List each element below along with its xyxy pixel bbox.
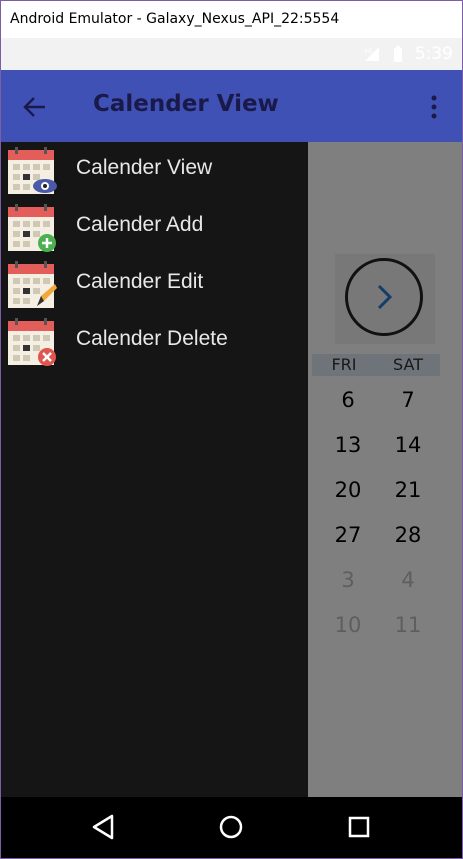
- calendar-edit-icon: [8, 261, 57, 308]
- arrow-back-icon[interactable]: [20, 92, 50, 122]
- drawer-item-label: Calender Edit: [76, 270, 204, 293]
- signal-icon: 4G: [364, 47, 379, 61]
- battery-icon: [393, 46, 402, 62]
- drawer-item-calendar-add[interactable]: Calender Add: [0, 199, 308, 255]
- status-bar: 4G 5:39: [0, 38, 463, 70]
- app-title: Calender View: [93, 91, 279, 117]
- drawer-item-calendar-delete[interactable]: Calender Delete: [0, 313, 308, 369]
- navigation-drawer: Calender View Calender Add Calender Edit: [0, 142, 308, 797]
- app-bar: Calender View: [0, 70, 463, 142]
- calendar-add-icon: [8, 204, 56, 252]
- drawer-item-label: Calender Add: [76, 213, 204, 236]
- drawer-item-label: Calender Delete: [76, 327, 228, 350]
- system-navigation-bar: [0, 797, 463, 859]
- drawer-item-calendar-edit[interactable]: Calender Edit: [0, 256, 308, 312]
- window-title: Android Emulator - Galaxy_Nexus_API_22:5…: [10, 11, 340, 27]
- drawer-scrim[interactable]: [308, 142, 463, 797]
- window-titlebar: Android Emulator - Galaxy_Nexus_API_22:5…: [0, 0, 463, 38]
- drawer-item-calendar-view[interactable]: Calender View: [0, 142, 308, 198]
- drawer-item-label: Calender View: [76, 156, 213, 179]
- more-vert-icon[interactable]: [424, 92, 444, 122]
- calendar-delete-icon: [8, 318, 56, 366]
- status-time: 5:39: [414, 44, 453, 64]
- nav-recents-icon[interactable]: [345, 813, 373, 841]
- calendar-view-icon: [8, 147, 57, 194]
- network-label: 4G: [364, 48, 373, 55]
- nav-back-icon[interactable]: [90, 813, 118, 841]
- nav-home-icon[interactable]: [217, 813, 245, 841]
